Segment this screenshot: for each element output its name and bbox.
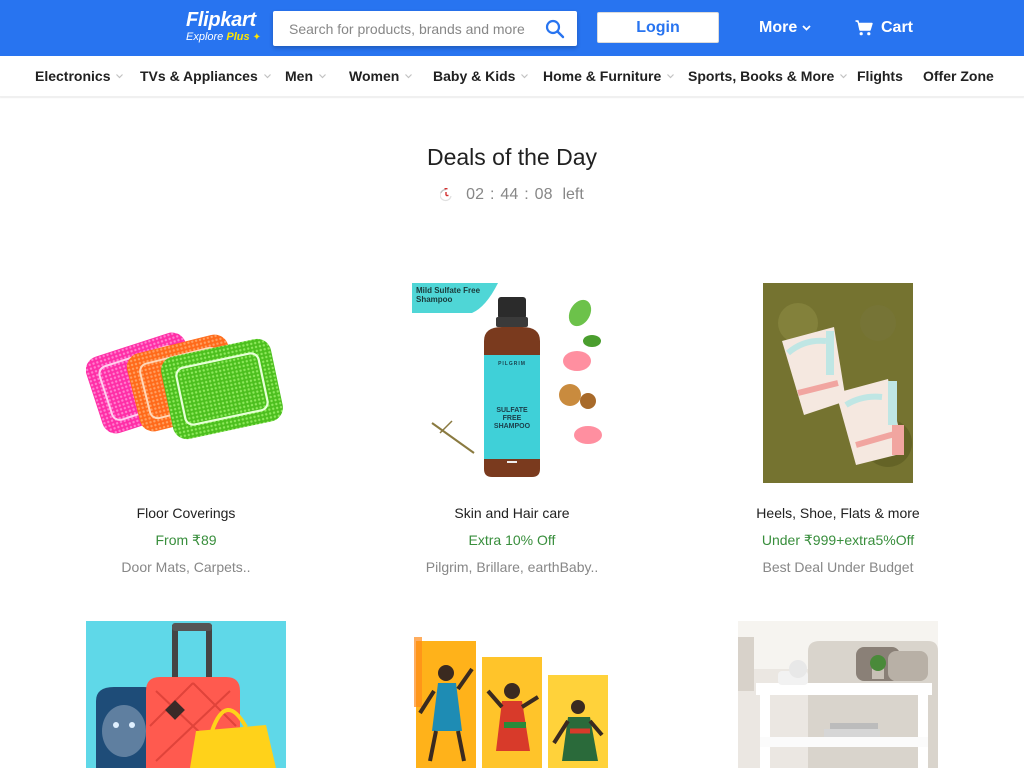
product-offer: Extra 10% Off <box>468 532 556 548</box>
product-card-side-table[interactable] <box>688 621 988 768</box>
nav-item-label: Baby & Kids <box>433 68 516 84</box>
nav-item-men[interactable]: Men <box>285 56 326 96</box>
white-side-table-image <box>738 621 938 768</box>
search-input[interactable] <box>273 11 533 46</box>
product-card-skin-hair-care[interactable]: Mild Sulfate Free Shampoo PILGRIM SULFAT… <box>362 283 662 577</box>
chevron-down-icon <box>840 73 848 79</box>
cart-link[interactable]: Cart <box>855 17 913 39</box>
chevron-down-icon <box>802 25 811 31</box>
product-subtitle: Door Mats, Carpets.. <box>121 559 251 575</box>
nav-item-baby-kids[interactable]: Baby & Kids <box>433 56 529 96</box>
deal-timer: 02 : 44 : 08 left <box>0 186 1024 204</box>
timer-minutes: 44 <box>500 186 519 203</box>
product-offer: Under ₹999+extra5%Off <box>761 532 915 548</box>
luggage-bags-image <box>86 621 286 768</box>
chevron-down-icon <box>263 73 271 79</box>
search-bar <box>273 11 577 46</box>
chevron-down-icon <box>667 73 675 79</box>
nav-item-label: Electronics <box>35 68 111 84</box>
logo-subtext: Explore Plus ✦ <box>186 31 266 44</box>
top-header: Flipkart Explore Plus ✦ Login More <box>0 0 1024 56</box>
heel-sandals-image <box>738 283 938 483</box>
product-offer: From ₹89 <box>155 532 217 548</box>
product-card-floor-coverings[interactable]: Floor Coverings From ₹89 Door Mats, Carp… <box>36 283 336 577</box>
product-name: Skin and Hair care <box>454 505 570 521</box>
product-subtitle: Best Deal Under Budget <box>762 559 914 575</box>
shampoo-bottle-image: Mild Sulfate Free Shampoo PILGRIM SULFAT… <box>412 283 612 483</box>
nav-item-offer-zone[interactable]: Offer Zone <box>923 56 994 96</box>
product-card-luggage[interactable] <box>36 621 336 768</box>
nav-item-label: Home & Furniture <box>543 68 662 84</box>
chevron-down-icon <box>116 73 124 79</box>
more-label: More <box>759 19 798 36</box>
product-card-heels[interactable]: Heels, Shoe, Flats & more Under ₹999+ext… <box>688 283 988 577</box>
nav-item-home-furniture[interactable]: Home & Furniture <box>543 56 675 96</box>
clock-icon <box>440 188 452 202</box>
category-nav: Electronics TVs & Appliances Men Women B… <box>0 56 1024 97</box>
nav-item-flights[interactable]: Flights <box>857 56 903 96</box>
cart-label: Cart <box>881 19 914 36</box>
login-button[interactable]: Login <box>597 12 719 43</box>
badge-text: Mild Sulfate Free Shampoo <box>416 286 481 304</box>
nav-item-electronics[interactable]: Electronics <box>35 56 124 96</box>
timer-separator: : <box>524 186 529 203</box>
chevron-down-icon <box>405 73 413 79</box>
nav-item-women[interactable]: Women <box>349 56 413 96</box>
deals-title: Deals of the Day <box>426 144 598 170</box>
plus-star-icon: ✦ <box>252 32 262 43</box>
tribal-art-paintings-image <box>412 621 612 768</box>
timer-suffix: left <box>562 186 584 203</box>
chevron-down-icon <box>521 73 529 79</box>
bottle-label-text: SULFATE FREE SHAMPOO <box>493 407 531 430</box>
floor-mats-image <box>86 283 286 483</box>
bottle-brand-text: PILGRIM <box>498 361 526 367</box>
product-subtitle: Pilgrim, Brillare, earthBaby.. <box>425 559 599 575</box>
nav-item-label: Offer Zone <box>923 68 994 84</box>
nav-item-label: Men <box>285 68 313 84</box>
logo-explore-text: Explore <box>186 31 224 43</box>
logo-text: Flipkart <box>186 9 256 31</box>
cart-icon <box>855 20 873 36</box>
search-button[interactable] <box>533 11 577 46</box>
product-name: Heels, Shoe, Flats & more <box>756 505 920 521</box>
nav-item-label: Flights <box>857 68 903 84</box>
timer-hours: 02 <box>466 186 484 203</box>
product-name: Floor Coverings <box>136 505 236 521</box>
flipkart-logo[interactable]: Flipkart Explore Plus ✦ <box>186 9 266 47</box>
timer-seconds: 08 <box>534 186 553 203</box>
nav-item-tvs-appliances[interactable]: TVs & Appliances <box>140 56 271 96</box>
more-menu[interactable]: More <box>759 17 811 39</box>
nav-item-sports-books[interactable]: Sports, Books & More <box>688 56 848 96</box>
nav-item-label: TVs & Appliances <box>140 68 258 84</box>
nav-item-label: Women <box>349 68 400 84</box>
search-icon <box>545 19 565 38</box>
timer-separator: : <box>489 186 495 203</box>
chevron-down-icon <box>319 73 326 79</box>
product-card-tribal-art[interactable] <box>362 621 662 768</box>
nav-item-label: Sports, Books & More <box>688 68 835 84</box>
logo-plus-text: Plus <box>226 31 250 43</box>
